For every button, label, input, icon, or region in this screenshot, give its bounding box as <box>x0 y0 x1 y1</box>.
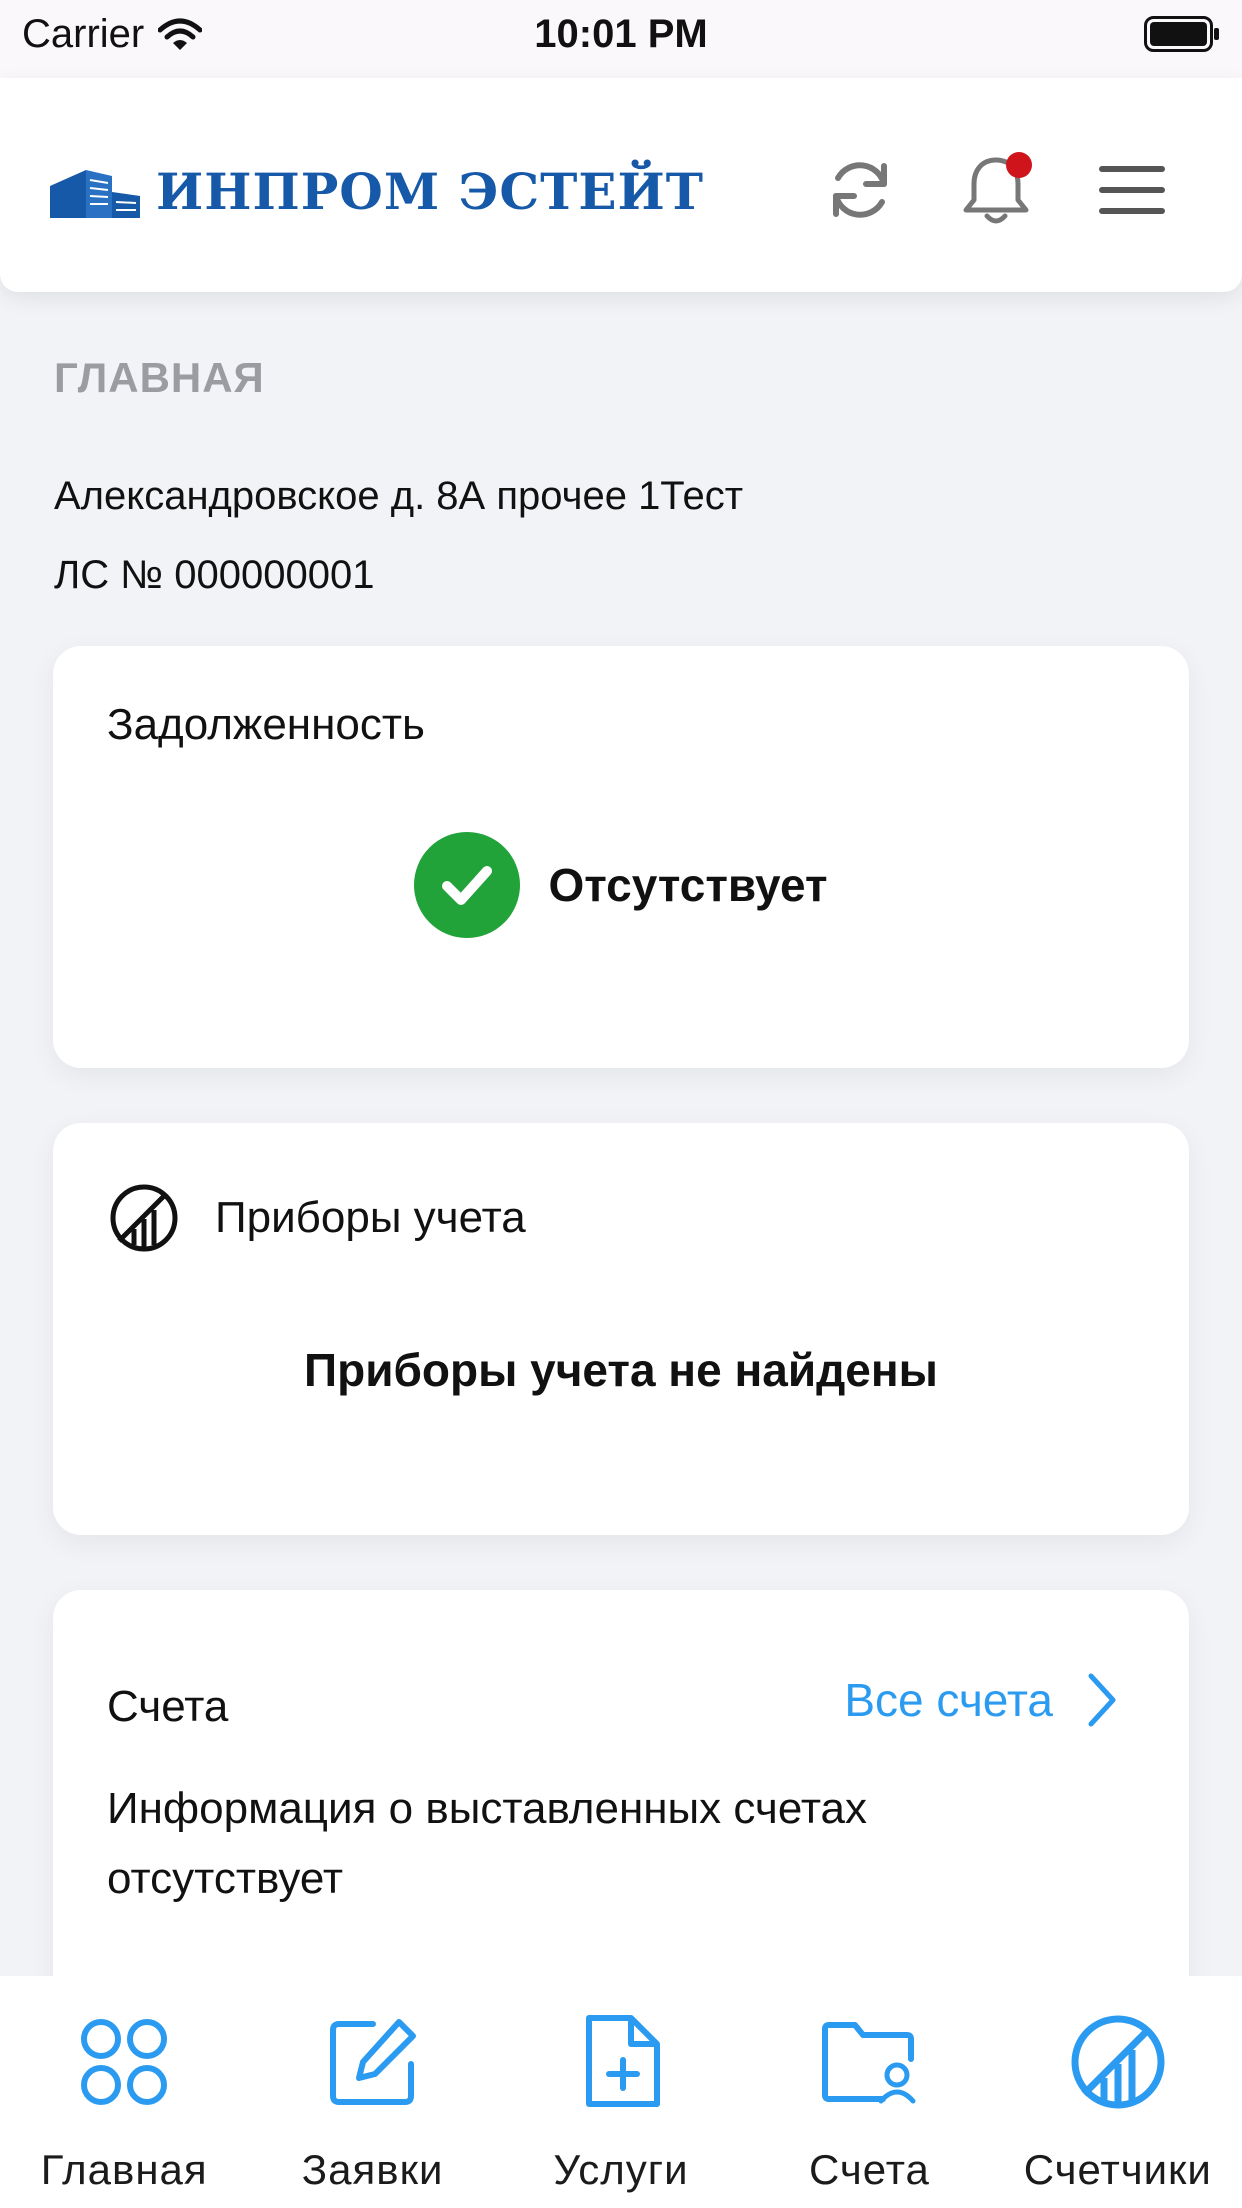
logo-text: ИНПРОМ ЭСТЕЙТ <box>156 162 704 221</box>
app-header: ИНПРОМ ЭСТЕЙТ <box>0 78 1242 292</box>
edit-icon <box>323 2012 423 2112</box>
file-add-icon <box>571 2012 671 2112</box>
folder-user-icon <box>819 2012 919 2112</box>
menu-icon <box>1099 166 1165 214</box>
menu-button[interactable] <box>1090 148 1174 232</box>
bills-card: Счета Все счета Информация о выставленны… <box>53 1590 1189 2010</box>
battery-icon <box>1144 16 1219 52</box>
tab-requests-label: Заявки <box>301 2146 444 2193</box>
all-bills-link[interactable]: Все счета <box>844 1672 1117 1728</box>
bills-card-title: Счета <box>107 1682 229 1731</box>
notification-badge <box>1006 152 1032 178</box>
status-bar: Carrier 10:01 PM <box>0 0 1242 78</box>
status-time: 10:01 PM <box>534 12 708 56</box>
meter-icon <box>1068 2012 1168 2112</box>
tab-services-label: Услуги <box>553 2146 689 2193</box>
debt-status: Отсутствует <box>53 832 1189 938</box>
debt-status-label: Отсутствует <box>548 859 828 911</box>
all-bills-label: Все счета <box>844 1674 1053 1726</box>
meter-icon <box>110 1184 178 1252</box>
tab-requests[interactable]: Заявки <box>248 1976 496 2208</box>
notifications-button[interactable] <box>954 148 1038 232</box>
tab-meters[interactable]: Счетчики <box>994 1976 1242 2208</box>
grid-icon <box>74 2012 174 2112</box>
tab-main[interactable]: Главная <box>0 1976 248 2208</box>
company-logo[interactable]: ИНПРОМ ЭСТЕЙТ <box>50 162 704 221</box>
meters-card: Приборы учета Приборы учета не найдены <box>53 1123 1189 1535</box>
debt-card-title: Задолженность <box>107 700 425 749</box>
tab-meters-label: Счетчики <box>1023 2146 1212 2193</box>
refresh-button[interactable] <box>818 148 902 232</box>
meters-card-header: Приборы учета <box>109 1183 526 1253</box>
meters-card-title: Приборы учета <box>215 1193 526 1242</box>
tab-bills-label: Счета <box>809 2146 930 2193</box>
app-screen: Carrier 10:01 PM ИНПРОМ ЭСТЕЙТ ГЛАВНАЯ А… <box>0 0 1242 2208</box>
building-logo-icon <box>50 169 140 218</box>
refresh-icon <box>833 162 887 218</box>
page-title: ГЛАВНАЯ <box>54 354 265 401</box>
tab-bills[interactable]: Счета <box>745 1976 993 2208</box>
chevron-right-icon <box>1088 1673 1116 1727</box>
check-circle-icon <box>414 832 521 938</box>
tab-services[interactable]: Услуги <box>497 1976 745 2208</box>
property-address: Александровское д. 8А прочее 1Тест <box>54 474 744 518</box>
meters-empty-message: Приборы учета не найдены <box>304 1344 938 1396</box>
account-number: ЛС № 000000001 <box>54 553 375 597</box>
tab-bar: Главная Заявки Услуги Счета Счетчики <box>0 1976 1242 2208</box>
debt-card: Задолженность Отсутствует <box>53 646 1189 1068</box>
bills-empty-message: Информация о выставленных счетах отсутст… <box>107 1784 867 1903</box>
tab-main-label: Главная <box>40 2146 208 2193</box>
